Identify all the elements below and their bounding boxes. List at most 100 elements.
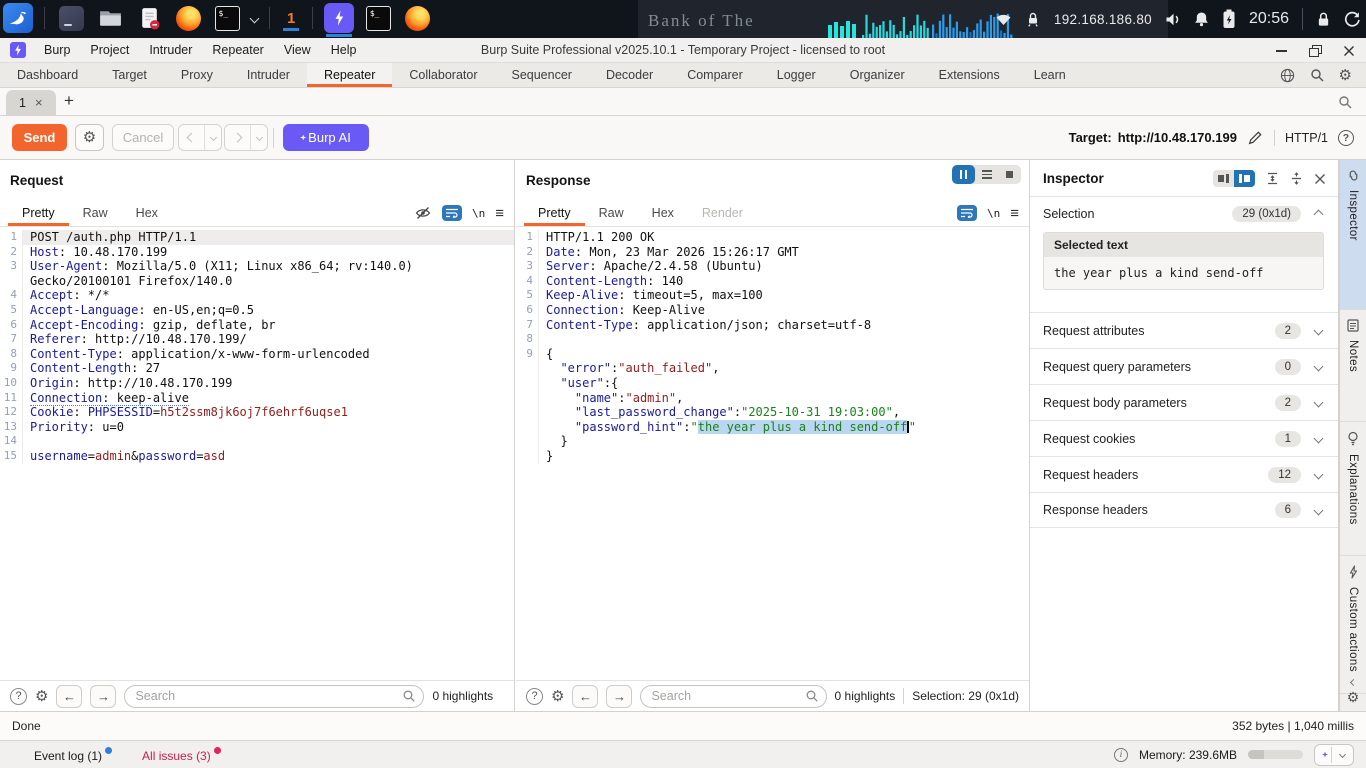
tab-sequencer[interactable]: Sequencer: [494, 63, 588, 87]
word-wrap-button[interactable]: [442, 205, 462, 221]
editor-line[interactable]: 13Priority: u=0: [0, 420, 514, 435]
editor-line[interactable]: 6Accept-Encoding: gzip, deflate, br: [0, 318, 514, 333]
restore-button[interactable]: [1298, 38, 1332, 63]
ai-actions-button[interactable]: [1314, 744, 1354, 766]
taskbar-app-window[interactable]: [56, 3, 86, 33]
search-icon[interactable]: [1338, 95, 1352, 109]
editor-line[interactable]: 9{: [516, 347, 1029, 362]
dock-left-button[interactable]: [1213, 170, 1234, 187]
request-search-input[interactable]: [124, 685, 424, 708]
help-icon[interactable]: ?: [10, 688, 27, 705]
tab-organizer[interactable]: Organizer: [833, 63, 922, 87]
settings-gear-icon[interactable]: ⚙: [1339, 68, 1352, 83]
kali-menu-button[interactable]: [3, 3, 33, 33]
menu-repeater[interactable]: Repeater: [202, 43, 273, 57]
inspector-section-request-cookies[interactable]: Request cookies1: [1030, 420, 1338, 456]
all-issues-button[interactable]: All issues (3): [142, 747, 221, 763]
rail-tab-custom-actions[interactable]: Custom actions: [1340, 556, 1366, 694]
tab-repeater[interactable]: Repeater: [307, 63, 392, 87]
editor-line[interactable]: 4Content-Length: 140: [516, 274, 1029, 289]
editor-line[interactable]: 1HTTP/1.1 200 OK: [516, 230, 1029, 245]
editor-line[interactable]: 7Referer: http://10.48.170.199/: [0, 332, 514, 347]
workspace-indicator[interactable]: 1: [281, 10, 301, 27]
taskbar-app-firefox-1[interactable]: [173, 3, 203, 33]
layout-single-button[interactable]: [998, 165, 1021, 184]
http-version-selector[interactable]: HTTP/1: [1285, 131, 1328, 145]
cancel-button[interactable]: Cancel: [112, 124, 174, 151]
back-button[interactable]: [179, 125, 204, 150]
menu-project[interactable]: Project: [80, 43, 139, 57]
search-settings-gear-icon[interactable]: ⚙: [35, 689, 48, 704]
search-settings-gear-icon[interactable]: ⚙: [551, 689, 564, 704]
tab-hex[interactable]: Hex: [638, 200, 688, 226]
dock-right-button[interactable]: [1234, 170, 1255, 187]
close-icon[interactable]: [1314, 173, 1326, 185]
globe-icon[interactable]: [1280, 68, 1295, 83]
taskbar-app-burpsuite[interactable]: [324, 3, 354, 33]
editor-line[interactable]: 4Accept: */*: [0, 288, 514, 303]
tab-pretty[interactable]: Pretty: [524, 200, 585, 226]
editor-line[interactable]: 10Origin: http://10.48.170.199: [0, 376, 514, 391]
editor-line[interactable]: 12Cookie: PHPSESSID=h5t2ssm8jk6oj7f6ehrf…: [0, 405, 514, 420]
editor-line[interactable]: "password_hint":"the year plus a kind se…: [516, 420, 1029, 435]
editor-line[interactable]: "last_password_change":"2025-10-31 19:03…: [516, 405, 1029, 420]
show-newlines-button[interactable]: \n: [987, 207, 1000, 220]
editor-line[interactable]: 5Keep-Alive: timeout=5, max=100: [516, 288, 1029, 303]
expand-all-icon[interactable]: [1290, 172, 1303, 185]
logout-icon[interactable]: [1344, 11, 1360, 27]
inspector-section-request-query-parameters[interactable]: Request query parameters0: [1030, 348, 1338, 384]
editor-line[interactable]: 15username=admin&password=asd: [0, 449, 514, 464]
add-tab-button[interactable]: +: [64, 91, 74, 111]
menu-icon[interactable]: ≡: [495, 206, 504, 221]
editor-line[interactable]: 14: [0, 434, 514, 449]
rail-tab-notes[interactable]: Notes: [1340, 310, 1366, 422]
prev-match-button[interactable]: ←: [56, 685, 82, 708]
menu-intruder[interactable]: Intruder: [139, 43, 202, 57]
next-match-button[interactable]: →: [606, 685, 632, 708]
show-newlines-button[interactable]: \n: [472, 207, 485, 220]
tab-raw[interactable]: Raw: [585, 200, 638, 226]
tab-extensions[interactable]: Extensions: [922, 63, 1017, 87]
taskbar-app-firefox-2[interactable]: [402, 3, 432, 33]
repeater-tab-1[interactable]: 1 ×: [6, 90, 56, 115]
editor-line[interactable]: 8: [516, 332, 1029, 347]
lock-icon[interactable]: [1316, 11, 1331, 27]
layout-rows-button[interactable]: [975, 165, 998, 184]
hidden-headers-eye-icon[interactable]: [414, 206, 432, 220]
request-editor[interactable]: 1POST /auth.php HTTP/1.12Host: 10.48.170…: [0, 228, 514, 680]
editor-line[interactable]: "user":{: [516, 376, 1029, 391]
taskbar-app-terminal-2[interactable]: $_: [363, 3, 393, 33]
close-tab-icon[interactable]: ×: [35, 96, 43, 109]
wifi-icon[interactable]: [995, 12, 1012, 27]
editor-line[interactable]: "error":"auth_failed",: [516, 361, 1029, 376]
tab-collaborator[interactable]: Collaborator: [392, 63, 494, 87]
tab-logger[interactable]: Logger: [760, 63, 833, 87]
taskbar-app-terminal-1[interactable]: $_: [212, 3, 242, 33]
layout-columns-button[interactable]: [952, 165, 975, 184]
tab-learn[interactable]: Learn: [1017, 63, 1083, 87]
tab-dashboard[interactable]: Dashboard: [0, 63, 95, 87]
send-settings-button[interactable]: ⚙: [75, 124, 104, 151]
clock[interactable]: 20:56: [1249, 10, 1289, 28]
edit-pencil-icon[interactable]: [1247, 129, 1264, 146]
notifications-bell-icon[interactable]: [1194, 11, 1209, 27]
battery-icon[interactable]: [1222, 9, 1236, 29]
tab-decoder[interactable]: Decoder: [589, 63, 670, 87]
tab-pretty[interactable]: Pretty: [8, 200, 69, 226]
editor-line[interactable]: 9Content-Length: 27: [0, 361, 514, 376]
taskbar-app-editor[interactable]: [134, 3, 164, 33]
inspector-section-response-headers[interactable]: Response headers6: [1030, 492, 1338, 528]
tab-hex[interactable]: Hex: [122, 200, 172, 226]
keyboard-lock-icon[interactable]: [1025, 11, 1041, 27]
tab-render[interactable]: Render: [688, 200, 757, 226]
rail-settings-gear-icon[interactable]: ⚙: [1340, 689, 1366, 706]
search-icon[interactable]: [1310, 68, 1324, 82]
editor-line[interactable]: 11Connection: keep-alive: [0, 391, 514, 406]
inspector-section-request-headers[interactable]: Request headers12: [1030, 456, 1338, 492]
inspector-section-request-body-parameters[interactable]: Request body parameters2: [1030, 384, 1338, 420]
collapse-all-icon[interactable]: [1266, 172, 1279, 185]
help-icon[interactable]: ?: [1338, 130, 1354, 146]
taskbar-app-files[interactable]: [95, 3, 125, 33]
minimize-button[interactable]: [1264, 38, 1298, 63]
editor-line[interactable]: 2Host: 10.48.170.199: [0, 245, 514, 260]
